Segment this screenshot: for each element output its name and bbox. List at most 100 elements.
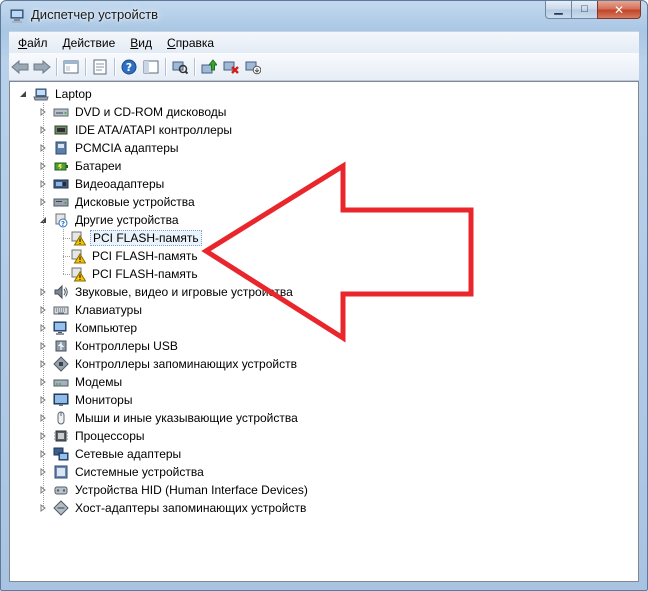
tree-item[interactable]: Процессоры [38, 427, 147, 445]
window-title: Диспетчер устройств [31, 7, 159, 22]
dvd-drive-icon [53, 104, 69, 120]
tree-child-item[interactable]: PCI FLASH-память [70, 247, 200, 265]
tree-item[interactable]: Контроллеры запоминающих устройств [38, 355, 299, 373]
device-tree[interactable]: Laptop DVD и CD-ROM дисководы IDE ATA/ATAP… [10, 82, 638, 581]
tree-item-label: Системные устройства [75, 465, 204, 479]
tree-item[interactable]: Модемы [38, 373, 124, 391]
tree-item-label: Компьютер [75, 321, 138, 335]
tree-item[interactable]: Видеоадаптеры [38, 175, 166, 193]
menu-view[interactable]: Вид [124, 36, 158, 50]
menu-bar: Файл Действие Вид Справка [9, 31, 639, 53]
disable-device-icon [245, 61, 261, 74]
tree-item-label: Другие устройства [75, 213, 179, 227]
tree-item[interactable]: Клавиатуры [38, 301, 144, 319]
tree-connector [63, 256, 70, 257]
tree-item-label: Звуковые, видео и игровые устройства [75, 285, 293, 299]
tree-item[interactable]: Батареи [38, 157, 123, 175]
tree-connector [63, 238, 70, 239]
tree-item-label: Модемы [75, 375, 123, 389]
mouse-icon [53, 410, 69, 426]
warning-device-icon [70, 230, 86, 246]
tree-item[interactable]: Мониторы [38, 391, 134, 409]
minimize-button[interactable]: ▁ [545, 1, 571, 19]
collapse-icon[interactable] [18, 89, 28, 99]
keyboard-icon [53, 302, 69, 318]
laptop-icon [33, 86, 49, 102]
maximize-icon: □ [581, 3, 588, 15]
tree-item[interactable]: Дисковые устройства [38, 193, 197, 211]
tree-item[interactable]: Контроллеры USB [38, 337, 180, 355]
hid-icon [53, 482, 69, 498]
toolbar-separator [85, 57, 86, 76]
tree-item[interactable]: Компьютер [38, 319, 139, 337]
modem-icon [53, 374, 69, 390]
svg-text:?: ? [126, 61, 132, 74]
tree-item[interactable]: Системные устройства [38, 463, 206, 481]
menu-file[interactable]: Файл [12, 36, 54, 50]
tree-item[interactable]: Сетевые адаптеры [38, 445, 183, 463]
update-driver-button[interactable] [198, 56, 220, 78]
tree-item-label: Сетевые адаптеры [75, 447, 182, 461]
caption-buttons: ▁ □ ✕ [545, 1, 641, 20]
menu-action[interactable]: Действие [57, 36, 122, 50]
maximize-button[interactable]: □ [571, 1, 597, 19]
console-tree-button[interactable] [60, 56, 82, 78]
action-button[interactable] [140, 56, 162, 78]
tree-item-label: PCI FLASH-память [90, 230, 202, 246]
toolbar-separator [165, 57, 166, 76]
device-tree-pane[interactable]: Laptop DVD и CD-ROM дисководы IDE ATA/ATAP… [9, 81, 639, 582]
tree-item[interactable]: Мыши и иные указывающие устройства [38, 409, 300, 427]
storage-host-icon [53, 500, 69, 516]
scan-hardware-icon [172, 61, 188, 74]
disable-device-button[interactable] [242, 56, 264, 78]
tree-item-label: Мониторы [75, 393, 133, 407]
system-device-icon [53, 464, 69, 480]
title-bar[interactable]: Диспетчер устройств ▁ □ ✕ [1, 1, 647, 31]
menu-help[interactable]: Справка [161, 36, 220, 50]
toolbar-separator [194, 57, 195, 76]
tree-item[interactable]: IDE ATA/ATAPI контроллеры [38, 121, 234, 139]
toolbar: ? [9, 53, 639, 81]
uninstall-button[interactable] [220, 56, 242, 78]
ide-controller-icon [53, 122, 69, 138]
tree-item[interactable]: PCMCIA адаптеры [38, 139, 181, 157]
other-devices-icon: ? [53, 212, 69, 228]
usb-icon [53, 338, 69, 354]
properties-icon [93, 59, 107, 74]
tree-item[interactable]: Хост-адаптеры запоминающих устройств [38, 499, 308, 517]
tree-child-item[interactable]: PCI FLASH-память [70, 229, 202, 247]
tree-root-laptop[interactable]: Laptop [18, 85, 94, 103]
tree-item-label: Дисковые устройства [75, 195, 195, 209]
network-adapter-icon [53, 446, 69, 462]
tree-child-item[interactable]: PCI FLASH-память [70, 265, 200, 283]
svg-text:?: ? [61, 220, 65, 228]
device-manager-icon [9, 8, 25, 24]
sound-icon [53, 284, 69, 300]
help-button[interactable]: ? [118, 56, 140, 78]
disk-drive-icon [53, 194, 69, 210]
tree-item-label: PCI FLASH-память [92, 267, 198, 281]
tree-item[interactable]: ? Другие устройства [38, 211, 181, 229]
console-tree-icon [63, 60, 79, 73]
tree-item-label: IDE ATA/ATAPI контроллеры [75, 123, 233, 137]
tree-item-label: Клавиатуры [75, 303, 142, 317]
properties-button[interactable] [89, 56, 111, 78]
toolbar-separator [56, 57, 57, 76]
close-button[interactable]: ✕ [597, 1, 641, 19]
tree-item-label: PCMCIA адаптеры [75, 141, 179, 155]
tree-item[interactable]: Звуковые, видео и игровые устройства [38, 283, 295, 301]
tree-item-label: Мыши и иные указывающие устройства [75, 411, 298, 425]
forward-button[interactable] [31, 56, 53, 78]
tree-connector [63, 274, 70, 275]
processor-icon [53, 428, 69, 444]
tree-item-label: Процессоры [75, 429, 145, 443]
tree-item-label: Батареи [75, 159, 122, 173]
tree-item-label: Хост-адаптеры запоминающих устройств [75, 501, 307, 515]
tree-item[interactable]: Устройства HID (Human Interface Devices) [38, 481, 310, 499]
uninstall-icon [223, 61, 239, 74]
tree-item-label: Контроллеры USB [75, 339, 178, 353]
tree-item[interactable]: DVD и CD-ROM дисководы [38, 103, 228, 121]
scan-hardware-button[interactable] [169, 56, 191, 78]
back-button[interactable] [9, 56, 31, 78]
tree-item-label: Laptop [55, 87, 92, 101]
